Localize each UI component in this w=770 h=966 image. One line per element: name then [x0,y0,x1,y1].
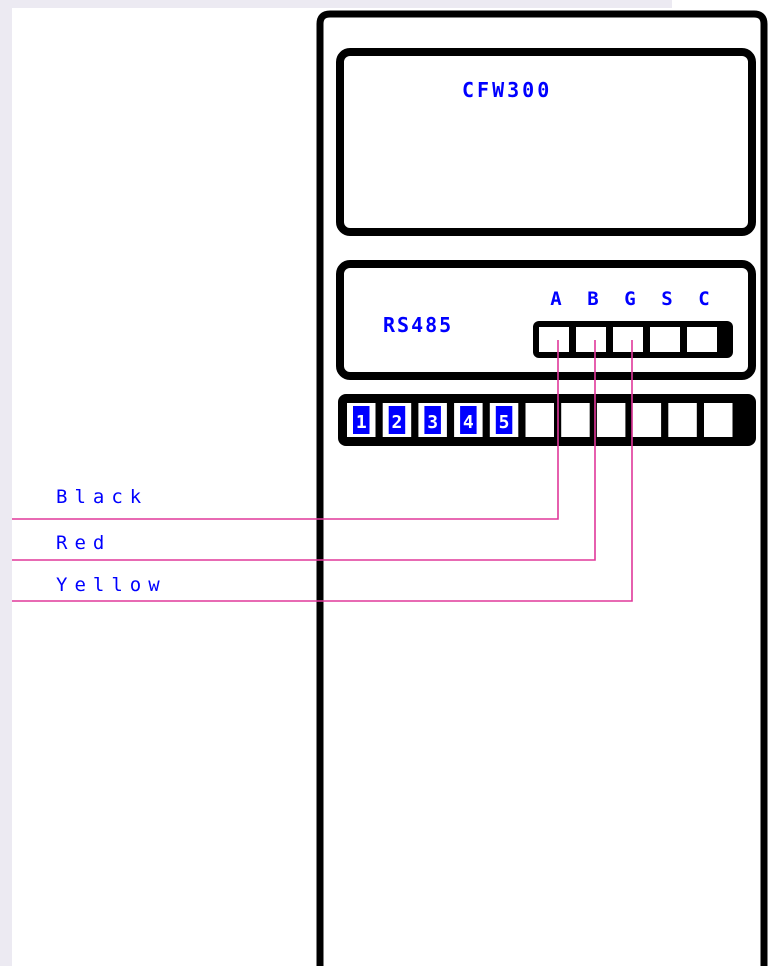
wire-label-yellow: Yellow [56,574,167,596]
rs485-terminal-label: C [698,288,709,310]
rs485-terminal-b [576,327,606,352]
strip-slot [596,403,626,437]
wire-label-red: Red [56,532,111,554]
rs485-terminal-a [539,327,569,352]
rs485-terminal-label: B [587,288,598,310]
numbered-terminal-label: 2 [392,412,403,433]
strip-slot [525,403,554,437]
terminal-strip-slots: 1 2 3 4 5 [347,403,733,437]
rs485-terminal-s [650,327,680,352]
model-title: CFW300 [462,78,552,102]
rs485-terminal-g [613,327,643,352]
rs485-label: RS485 [383,313,453,337]
numbered-terminal-label: 4 [463,412,474,433]
strip-slot [632,403,662,437]
wiring-diagram: CFW300 RS485 A B G S C 1 2 3 4 5 Black Red Yellow [0,0,770,966]
strip-slot [704,403,733,437]
numbered-terminal-label: 3 [427,412,438,433]
diagram-canvas: CFW300 RS485 A B G S C 1 2 3 4 5 Black Red Yellow [12,0,770,966]
wire-label-black: Black [56,486,148,508]
numbered-terminal-label: 5 [499,412,510,433]
rs485-terminal-label: S [661,288,672,310]
numbered-terminal-label: 1 [356,412,367,433]
strip-slot [668,403,697,437]
strip-slot [561,403,590,437]
rs485-terminal-label: G [624,288,635,310]
rs485-terminal-c [687,327,717,352]
rs485-terminal-label: A [550,288,562,310]
